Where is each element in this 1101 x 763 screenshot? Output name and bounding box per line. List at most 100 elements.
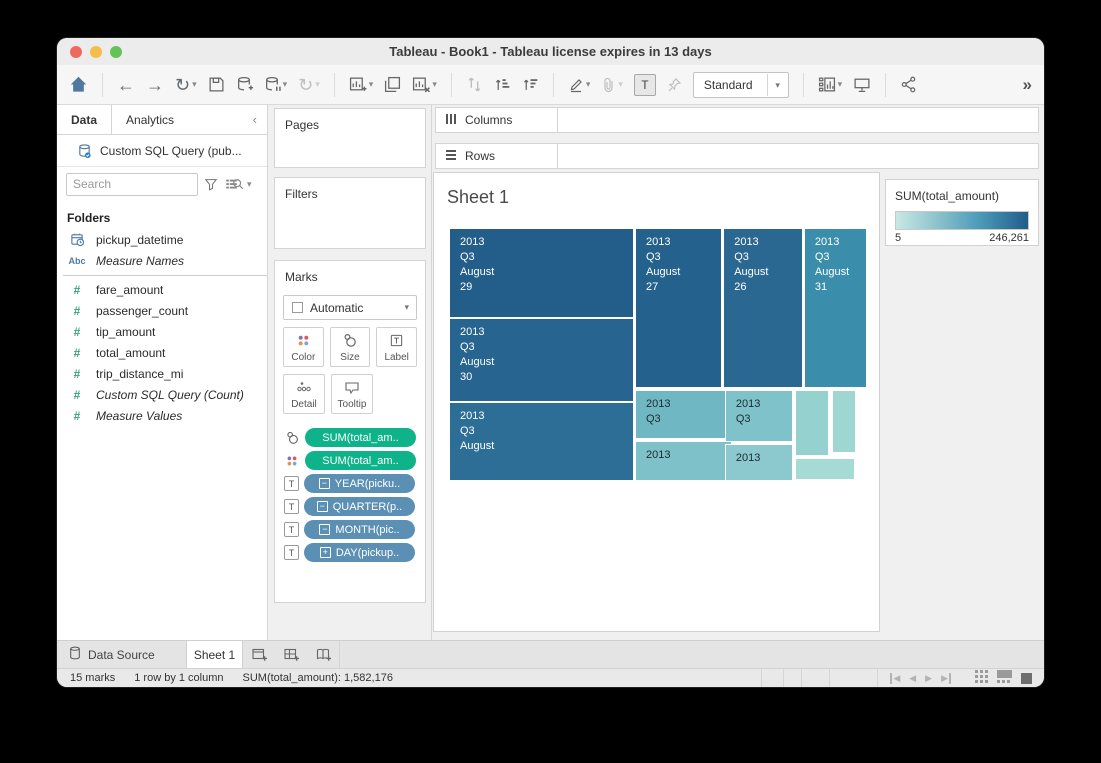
new-datasource-button[interactable] <box>236 76 253 93</box>
color-button[interactable]: Color <box>283 327 324 367</box>
text-mark-icon: T <box>284 522 299 537</box>
pill-day-pickup[interactable]: + DAY(pickup.. <box>304 543 415 562</box>
tab-analytics[interactable]: Analytics <box>112 105 188 134</box>
field-label: trip_distance_mi <box>96 367 183 381</box>
treemap-block[interactable] <box>832 390 856 453</box>
rows-shelf-drop-area[interactable] <box>558 143 1039 169</box>
treemap-block[interactable]: 2013Q3August31 <box>804 228 867 388</box>
field-fare-amount[interactable]: # fare_amount <box>57 279 267 300</box>
new-worksheet-tab-button[interactable] <box>243 641 275 668</box>
detail-button[interactable]: Detail <box>283 374 325 414</box>
treemap-block[interactable]: 2013Q3August30 <box>449 318 634 402</box>
treemap-block[interactable]: 2013Q3August27 <box>635 228 722 388</box>
mark-type-dropdown[interactable]: Automatic ▾ <box>283 295 417 320</box>
treemap-block[interactable]: 2013Q3August <box>449 402 634 481</box>
share-button[interactable] <box>900 76 917 93</box>
first-sheet-button[interactable]: ◀ <box>890 673 900 684</box>
new-story-tab-button[interactable] <box>307 641 339 668</box>
treemap-block[interactable]: 2013Q3August26 <box>723 228 803 388</box>
show-tabs-icon[interactable] <box>1021 673 1032 684</box>
new-dashboard-tab-button[interactable] <box>275 641 307 668</box>
filters-card[interactable]: Filters <box>274 177 426 249</box>
field-tip-amount[interactable]: # tip_amount <box>57 321 267 342</box>
pill-sum-total-amount-size[interactable]: SUM(total_am.. <box>305 428 416 447</box>
treemap-block[interactable] <box>795 390 829 456</box>
fix-axes-button[interactable] <box>667 77 682 93</box>
home-icon[interactable] <box>69 75 88 94</box>
show-filmstrip-icon[interactable] <box>997 670 1012 686</box>
treemap-block-label-line: 31 <box>815 280 866 295</box>
view-data-grid-icon[interactable] <box>224 177 239 191</box>
show-mark-labels-button[interactable]: T <box>634 74 656 96</box>
pause-updates-button[interactable]: ▾ <box>264 76 288 93</box>
treemap-block[interactable]: 2013Q3 <box>635 390 732 439</box>
label-button[interactable]: Label <box>376 327 417 367</box>
field-total-amount[interactable]: # total_amount <box>57 342 267 363</box>
field-measure-names[interactable]: Abc Measure Names <box>57 250 267 271</box>
presentation-mode-button[interactable] <box>853 76 871 93</box>
field-pickup-datetime[interactable]: pickup_datetime <box>57 229 267 250</box>
filter-fields-icon[interactable] <box>204 177 218 191</box>
clear-sheet-button[interactable]: ▾ <box>412 76 437 93</box>
size-button[interactable]: Size <box>330 327 371 367</box>
color-legend[interactable]: SUM(total_amount) 5 246,261 <box>885 179 1039 246</box>
field-custom-sql-count[interactable]: # Custom SQL Query (Count) <box>57 384 267 405</box>
tab-data-source[interactable]: Data Source <box>57 641 187 668</box>
field-trip-distance[interactable]: # trip_distance_mi <box>57 363 267 384</box>
connection-name: Custom SQL Query (pub... <box>100 144 242 158</box>
columns-shelf-drop-area[interactable] <box>558 107 1039 133</box>
duplicate-sheet-button[interactable] <box>384 76 401 93</box>
treemap-block[interactable]: 2013Q3August29 <box>449 228 634 318</box>
tab-sheet-1[interactable]: Sheet 1 <box>187 641 243 668</box>
field-measure-values[interactable]: # Measure Values <box>57 405 267 426</box>
new-worksheet-button[interactable]: ▾ <box>349 76 374 93</box>
chevron-down-icon[interactable]: ▾ <box>247 179 252 190</box>
rows-shelf[interactable]: Rows <box>435 143 1039 169</box>
undo-button[interactable]: ← <box>117 76 135 94</box>
treemap-block-label-line: August <box>815 265 866 280</box>
treemap-block[interactable]: 2013 <box>635 441 732 481</box>
show-sheet-sorter-icon[interactable] <box>975 670 988 686</box>
pill-label: DAY(pickup.. <box>336 547 399 559</box>
format-workbook-button[interactable]: ▾ <box>601 77 623 93</box>
sort-descending-button[interactable] <box>522 76 539 93</box>
highlight-button[interactable]: ▾ <box>568 77 591 93</box>
previous-sheet-button[interactable]: ◀ <box>909 673 916 684</box>
treemap-block[interactable]: 2013 <box>725 444 793 481</box>
pages-card[interactable]: Pages <box>274 108 426 168</box>
refresh-datasource-button[interactable]: ↻▾ <box>298 76 320 94</box>
columns-shelf[interactable]: Columns <box>435 107 1039 133</box>
label-button-label: Label <box>384 352 408 363</box>
pill-month-pickup[interactable]: − MONTH(pic.. <box>304 520 415 539</box>
datasource-connection[interactable]: Custom SQL Query (pub... <box>57 135 267 167</box>
expand-hierarchy-icon[interactable]: + <box>320 547 331 558</box>
collapse-hierarchy-icon[interactable]: − <box>319 524 330 535</box>
field-passenger-count[interactable]: # passenger_count <box>57 300 267 321</box>
swap-rows-columns-button[interactable] <box>466 76 483 93</box>
datetime-field-icon <box>67 232 87 247</box>
collapse-hierarchy-icon[interactable]: − <box>317 501 328 512</box>
collapse-pane-button[interactable]: ‹ <box>243 105 267 134</box>
sort-ascending-button[interactable] <box>494 76 511 93</box>
tooltip-button[interactable]: Tooltip <box>331 374 373 414</box>
replay-button[interactable]: ↻▾ <box>175 76 197 94</box>
toolbar-overflow-button[interactable]: » <box>1023 75 1032 95</box>
collapse-hierarchy-icon[interactable]: − <box>319 478 330 489</box>
treemap: 2013Q3August292013Q3August302013Q3August… <box>449 228 867 481</box>
treemap-block-label-line: Q3 <box>734 250 802 265</box>
text-mark-icon: T <box>284 476 299 491</box>
last-sheet-button[interactable]: ▶ <box>941 673 951 684</box>
tab-data[interactable]: Data <box>57 105 112 134</box>
treemap-block[interactable] <box>795 458 855 480</box>
save-button[interactable] <box>208 76 225 93</box>
pill-year-pickup[interactable]: − YEAR(picku.. <box>304 474 415 493</box>
status-aggregate: SUM(total_amount): 1,582,176 <box>243 672 393 684</box>
show-hide-cards-button[interactable]: ▾ <box>818 76 843 93</box>
pill-sum-total-amount-color[interactable]: SUM(total_am.. <box>305 451 416 470</box>
pill-quarter-pickup[interactable]: − QUARTER(p.. <box>304 497 415 516</box>
treemap-block[interactable]: 2013Q3 <box>725 390 793 442</box>
view-mode-dropdown[interactable]: Standard ▾ <box>693 72 789 98</box>
next-sheet-button[interactable]: ▶ <box>925 673 932 684</box>
treemap-block-label-line: Q3 <box>460 424 633 439</box>
redo-button[interactable]: → <box>146 76 164 94</box>
